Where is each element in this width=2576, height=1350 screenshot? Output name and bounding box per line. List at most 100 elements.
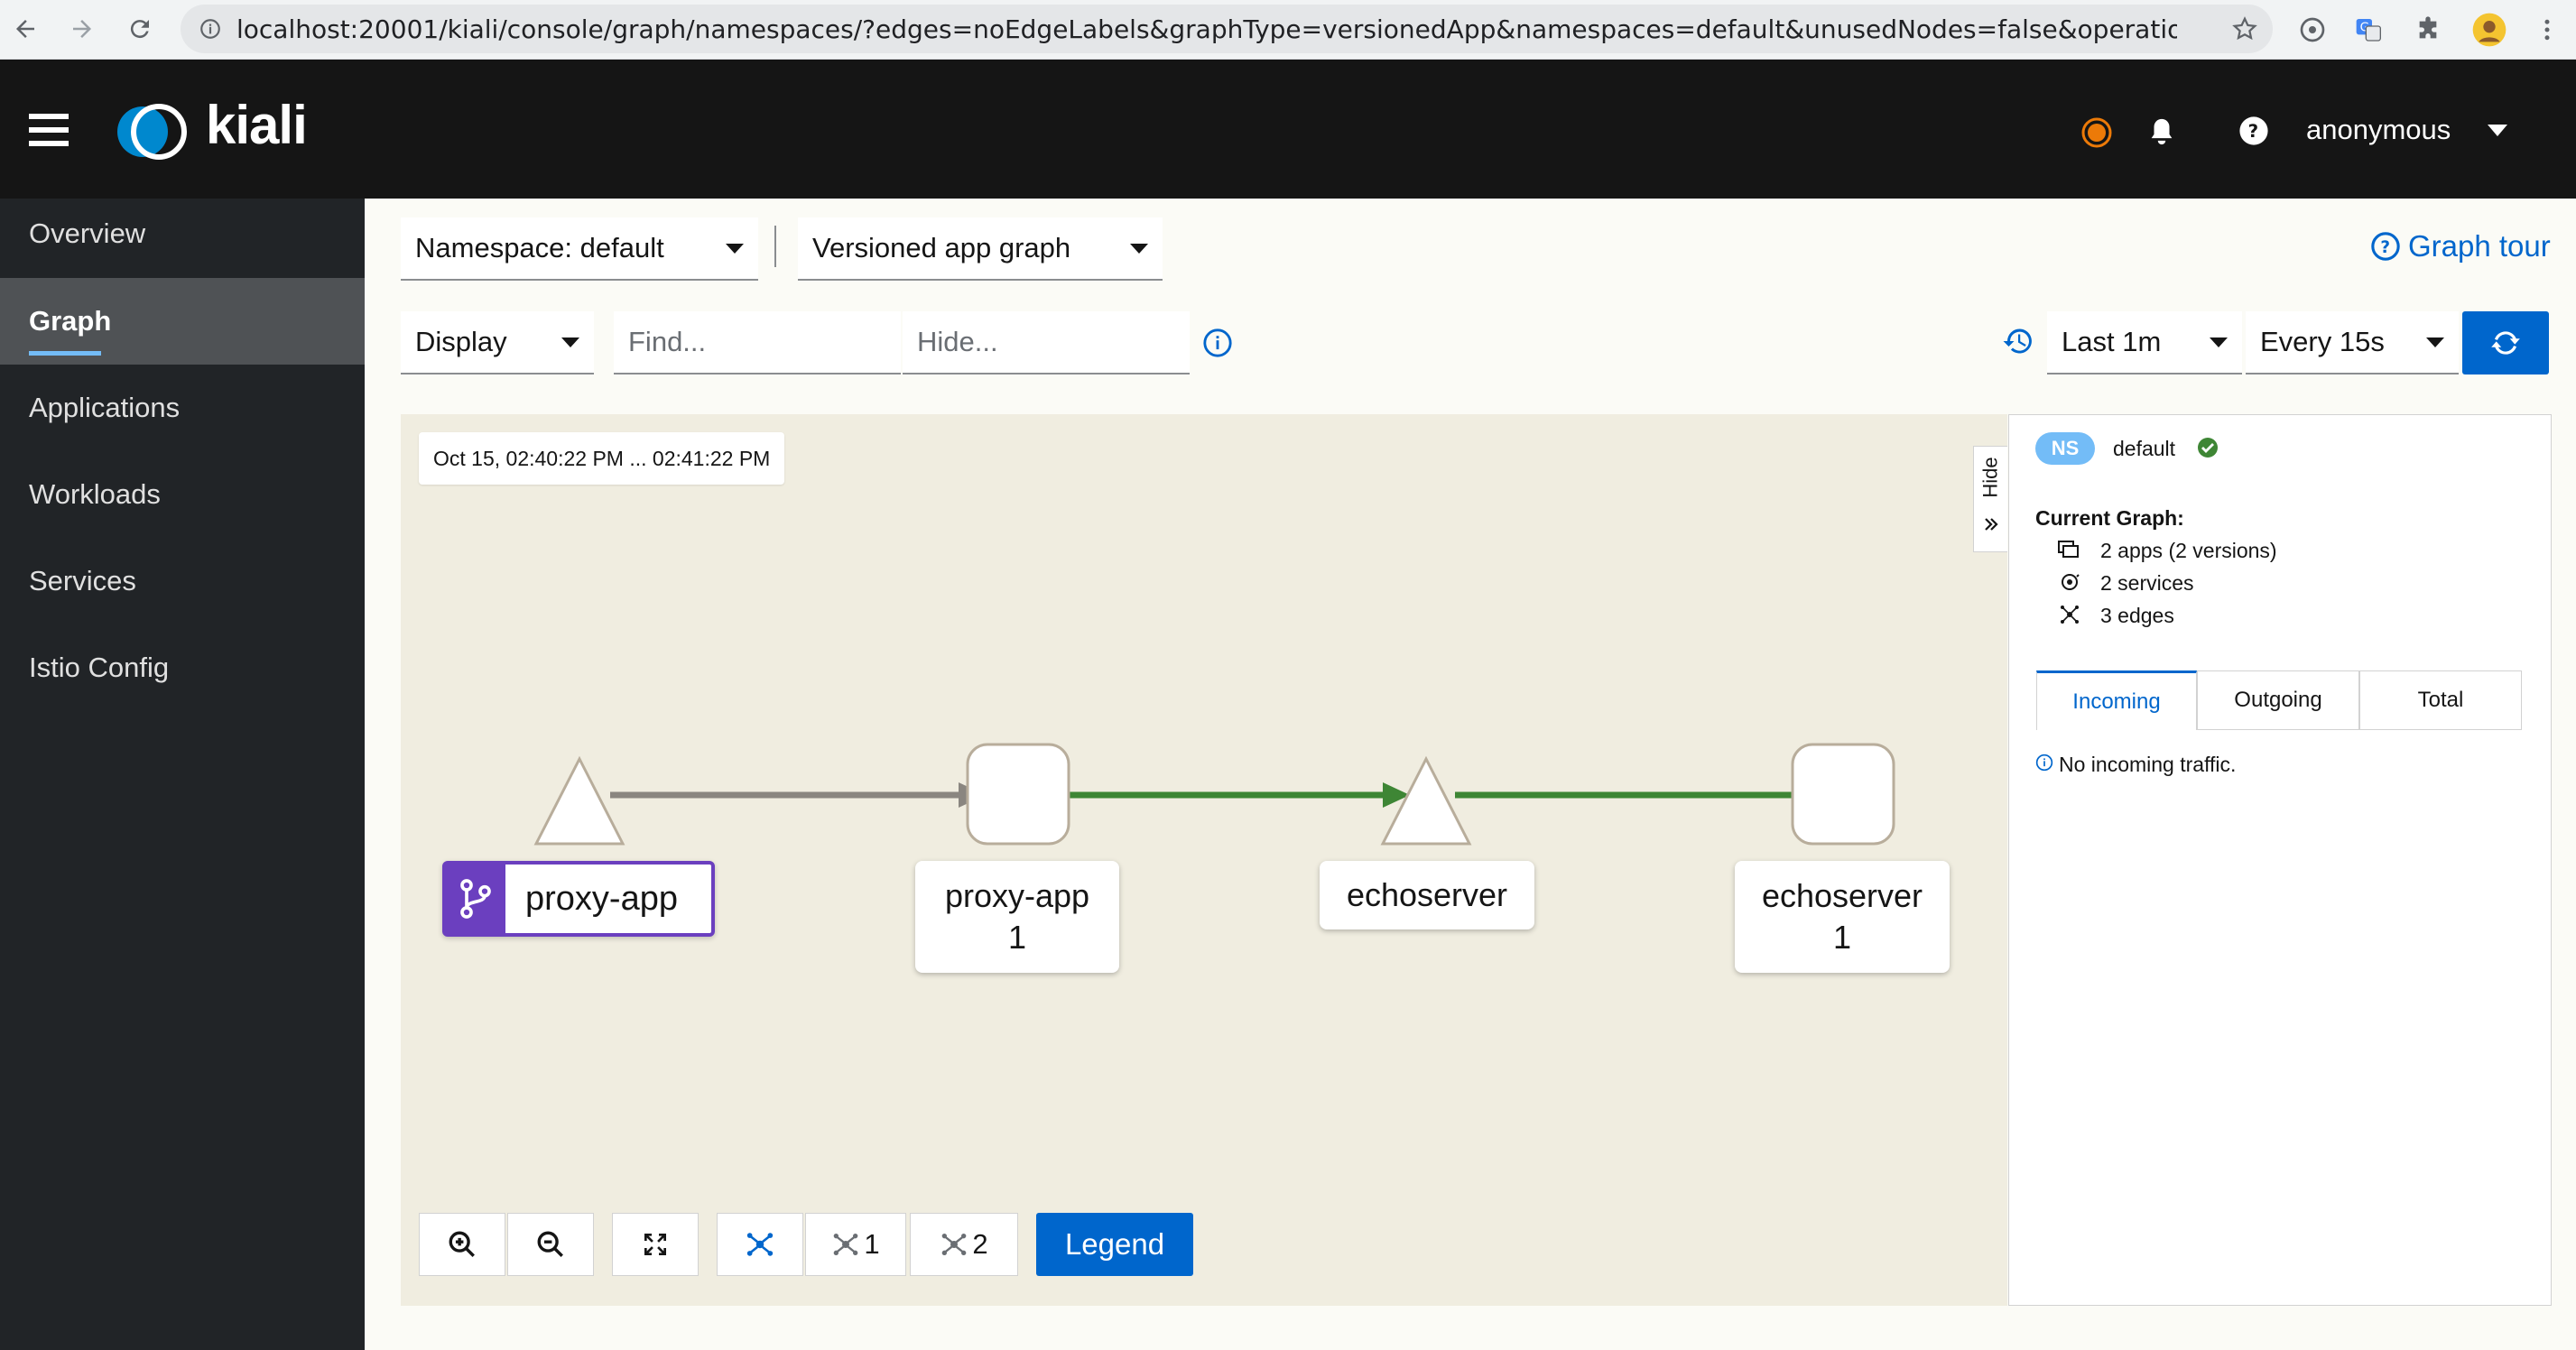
reload-icon[interactable]	[119, 8, 161, 50]
sidebar-item-applications[interactable]: Applications	[0, 365, 365, 451]
hide-input[interactable]: Hide...	[903, 311, 1190, 374]
node-name: echoserver	[1761, 877, 1923, 914]
panel-namespace-name[interactable]: default	[2113, 437, 2175, 461]
site-info-icon[interactable]	[199, 17, 222, 41]
user-menu-label[interactable]: anonymous	[2306, 114, 2451, 146]
help-icon[interactable]: ?	[2238, 116, 2269, 151]
duration-select[interactable]: Last 1m	[2047, 311, 2242, 374]
zoom-in-icon	[449, 1231, 475, 1257]
display-select[interactable]: Display	[401, 311, 594, 374]
masthead	[0, 60, 2576, 199]
svg-text:?: ?	[2248, 121, 2259, 142]
layout-2-label: 2	[972, 1228, 988, 1260]
graph-tour-label: Graph tour	[2408, 229, 2551, 263]
sidebar-item-services[interactable]: Services	[0, 538, 365, 624]
node-version: 1	[1007, 919, 1027, 956]
node-label-echoserver-service[interactable]: echoserver	[1320, 861, 1534, 929]
refresh-interval-select[interactable]: Every 15s	[2246, 311, 2459, 374]
chevron-down-icon	[2426, 337, 2444, 347]
kiali-logo-icon[interactable]	[114, 103, 197, 165]
app-box-name: proxy-app	[525, 879, 678, 918]
topology-icon	[746, 1233, 774, 1256]
apps-icon	[2057, 539, 2080, 565]
topology-icon	[942, 1234, 967, 1255]
layout-2-button[interactable]: 2	[910, 1213, 1018, 1276]
graph-edges-and-nodes	[533, 743, 1895, 846]
display-select-label: Display	[415, 326, 507, 357]
summary-panel	[2008, 414, 2552, 1306]
check-circle-icon	[2197, 437, 2219, 463]
node-label-proxy-app[interactable]: proxy-app 1	[915, 861, 1119, 973]
workload-node-proxy-app[interactable]	[966, 743, 1070, 846]
double-chevron-right-icon	[1984, 518, 1998, 531]
toolbar-divider	[774, 226, 776, 267]
namespace-select[interactable]: Namespace: default	[401, 217, 758, 281]
active-nav-indicator	[29, 351, 101, 356]
node-label-echoserver-workload[interactable]: echoserver 1	[1735, 861, 1950, 973]
expand-icon	[644, 1234, 666, 1255]
apps-count: 2 apps (2 versions)	[2100, 539, 2277, 562]
edges-count: 3 edges	[2100, 604, 2174, 627]
zoom-in-button[interactable]	[419, 1213, 505, 1276]
graph-tour-link[interactable]: ? Graph tour	[2370, 229, 2551, 264]
workload-node-echoserver[interactable]	[1791, 743, 1895, 846]
edges-icon	[2059, 604, 2080, 630]
notifications-bell-icon[interactable]	[2146, 116, 2177, 153]
browser-menu-icon[interactable]	[2527, 10, 2567, 50]
bookmark-star-icon[interactable]	[2231, 15, 2258, 42]
sidebar-item-istio-config[interactable]: Istio Config	[0, 624, 365, 711]
refresh-button[interactable]	[2462, 311, 2549, 374]
svg-text:?: ?	[2380, 238, 2390, 257]
sync-icon	[2491, 331, 2520, 355]
chevron-down-icon	[2210, 337, 2228, 347]
node-name: echoserver	[1346, 876, 1508, 913]
graph-type-select-label: Versioned app graph	[812, 232, 1071, 264]
info-icon	[2035, 754, 2053, 776]
namespace-badge: NS	[2035, 432, 2095, 465]
graph-type-select[interactable]: Versioned app graph	[798, 217, 1163, 281]
zoom-out-icon	[537, 1231, 563, 1257]
help-circle-icon: ?	[2371, 232, 2400, 261]
zoom-out-button[interactable]	[507, 1213, 594, 1276]
profile-avatar-icon[interactable]	[2469, 10, 2509, 50]
namespace-select-label: Namespace: default	[415, 232, 664, 264]
tab-outgoing[interactable]: Outgoing	[2197, 670, 2359, 730]
tab-incoming[interactable]: Incoming	[2036, 670, 2197, 730]
services-count: 2 services	[2100, 571, 2194, 595]
history-icon[interactable]	[2002, 325, 2034, 362]
url-text: localhost:20001/kiali/console/graph/name…	[236, 14, 2177, 44]
user-menu-caret-icon[interactable]	[2488, 125, 2507, 142]
find-input[interactable]: Find...	[614, 311, 901, 374]
node-version: 1	[1832, 919, 1852, 956]
refresh-interval-select-label: Every 15s	[2260, 326, 2385, 357]
current-graph-heading: Current Graph:	[2035, 506, 2184, 530]
hamburger-menu-icon[interactable]	[29, 112, 70, 153]
browser-toolbar: localhost:20001/kiali/console/graph/name…	[0, 0, 2576, 60]
hide-panel-tab[interactable]: Hide	[1973, 446, 2007, 552]
status-indicator-icon[interactable]	[2081, 117, 2112, 153]
zoom-to-fit-button[interactable]	[612, 1213, 699, 1276]
logo-text: kiali	[206, 95, 308, 155]
tab-total[interactable]: Total	[2359, 670, 2522, 730]
layout-1-button[interactable]: 1	[805, 1213, 906, 1276]
layout-default-button[interactable]	[717, 1213, 803, 1276]
topology-icon	[834, 1234, 858, 1255]
address-bar[interactable]: localhost:20001/kiali/console/graph/name…	[181, 5, 2273, 53]
app-box-label[interactable]: proxy-app	[442, 861, 715, 937]
back-icon[interactable]	[5, 8, 46, 50]
info-icon[interactable]	[1202, 328, 1233, 363]
sidebar-item-workloads[interactable]: Workloads	[0, 451, 365, 538]
chevron-down-icon	[726, 243, 744, 254]
app-node-triangle[interactable]	[533, 755, 625, 846]
chevron-down-icon	[1130, 243, 1148, 254]
translate-icon[interactable]: G	[2349, 10, 2388, 50]
legend-button[interactable]: Legend	[1036, 1213, 1193, 1276]
no-traffic-message: No incoming traffic.	[2059, 753, 2237, 776]
forward-icon[interactable]	[61, 8, 103, 50]
services-icon	[2059, 571, 2080, 597]
sidebar-item-overview[interactable]: Overview	[0, 190, 365, 277]
layout-1-label: 1	[864, 1228, 880, 1260]
extension-icon[interactable]	[2293, 10, 2332, 50]
duration-select-label: Last 1m	[2062, 326, 2162, 357]
extensions-puzzle-icon[interactable]	[2408, 10, 2448, 50]
